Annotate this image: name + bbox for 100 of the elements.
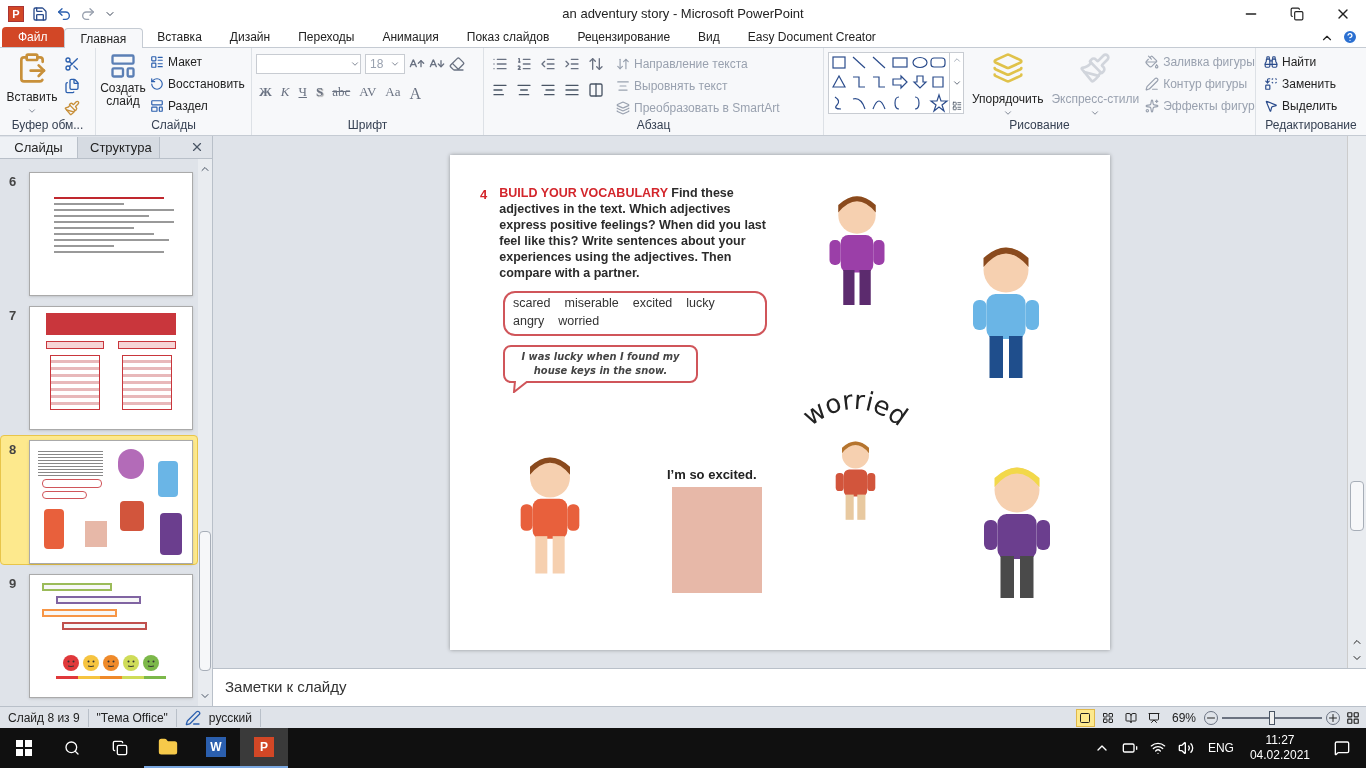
slide-number: 9 — [9, 575, 18, 593]
pane-tab[interactable]: Структура — [78, 137, 160, 158]
zoom-level-text[interactable]: 69% — [1171, 708, 1196, 727]
cut-icon[interactable] — [64, 56, 80, 72]
layers-icon — [616, 100, 630, 115]
format-button[interactable]: К — [277, 82, 293, 102]
slides-button[interactable]: Макет — [150, 52, 245, 71]
close-pane-icon[interactable] — [190, 140, 204, 154]
ribbon-tab[interactable]: Показ слайдов — [452, 27, 564, 47]
gallery-more-icon[interactable] — [951, 101, 962, 111]
slide-number: 8 — [9, 441, 18, 459]
numbering-icon[interactable] — [516, 56, 532, 72]
arrange-button[interactable]: Упорядочить — [970, 52, 1046, 119]
format-button[interactable]: A — [406, 82, 425, 102]
ribbon-tab[interactable]: Переходы — [284, 27, 369, 47]
screen-icon — [1148, 711, 1161, 724]
align-center-icon[interactable] — [516, 82, 532, 98]
justify-icon[interactable] — [564, 82, 580, 98]
format-button[interactable]: Aa — [382, 82, 404, 102]
binoculars-icon — [1264, 54, 1278, 69]
gallery-down-icon[interactable] — [951, 78, 962, 88]
format-button[interactable]: AV — [356, 82, 380, 102]
replace-icon — [1264, 76, 1278, 91]
format-painter-icon[interactable] — [64, 100, 80, 116]
ribbon-tab[interactable]: Вставка — [143, 27, 216, 47]
editing-button[interactable]: Выделить — [1264, 96, 1358, 115]
layout-icon — [150, 54, 164, 69]
caret-icon — [350, 59, 360, 69]
format-button[interactable]: S — [312, 82, 327, 102]
battery-icon[interactable] — [1121, 740, 1138, 756]
editing-button[interactable]: Найти — [1264, 52, 1358, 71]
clock[interactable]: 11:27 04.02.2021 — [1249, 733, 1310, 763]
task-number: 4 — [480, 185, 488, 204]
grid-view-icon — [1102, 711, 1115, 724]
align-left-icon[interactable] — [492, 82, 508, 98]
window-title: an adventury story - Microsoft PowerPoint — [562, 5, 804, 24]
align-right-icon[interactable] — [540, 82, 556, 98]
slide-thumbnail-item[interactable]: 7 — [0, 301, 198, 431]
group-label: Редактирование — [1264, 119, 1358, 134]
pane-tab[interactable]: Слайды — [0, 137, 78, 158]
ribbon-tab[interactable]: Главная — [63, 28, 144, 48]
volume-icon[interactable] — [1177, 740, 1194, 756]
ribbon-tab[interactable]: Рецензирование — [563, 27, 685, 47]
shapes-gallery-drawing[interactable] — [829, 53, 949, 113]
normal-view-icon — [1079, 711, 1092, 724]
copy-icon[interactable] — [64, 78, 80, 94]
font-name-field[interactable] — [256, 54, 361, 74]
caret-icon — [1002, 108, 1013, 118]
caret-icon — [390, 59, 400, 69]
folder-icon — [158, 737, 178, 757]
scrollbar[interactable] — [1347, 136, 1366, 668]
view-button[interactable] — [1075, 708, 1095, 727]
format-button[interactable]: abc — [329, 82, 354, 102]
editing-button[interactable]: Заменить — [1264, 74, 1358, 93]
task-instruction: BUILD YOUR VOCABULARY Find these adjectives in the text. Which adjectives express positive feelings? When did you last feel like this? Write sentences about your experiences using the adjectives. Then compare with a partner. — [499, 184, 767, 281]
ribbon-tab[interactable]: Easy Document Creator — [733, 27, 890, 47]
reset-icon — [150, 76, 164, 91]
columns-icon[interactable] — [588, 82, 604, 98]
format-button[interactable]: Ж — [256, 82, 275, 102]
taskbar-app[interactable]: P — [240, 728, 288, 768]
scrollbar-thumb[interactable] — [199, 531, 211, 671]
language-indicator[interactable]: ENG — [1207, 739, 1234, 757]
notes-field[interactable]: Заметки к слайду — [213, 668, 1366, 706]
zoom-slider-thumb[interactable] — [1269, 710, 1275, 725]
bullets-icon[interactable] — [492, 56, 508, 72]
group-label: Буфер обм... — [10, 119, 85, 134]
scrollbar[interactable] — [198, 159, 212, 706]
clear-format-icon[interactable] — [449, 56, 465, 72]
slide-thumbnail-item[interactable]: 6 — [0, 167, 198, 297]
format-button[interactable]: Ч — [295, 82, 310, 102]
save-icon[interactable] — [32, 6, 48, 22]
word: scared — [513, 294, 551, 312]
spelling-icon[interactable] — [184, 709, 201, 726]
photo-caption: I’m so excited. — [667, 465, 757, 484]
search-icon[interactable] — [64, 740, 80, 756]
word: lucky — [686, 294, 715, 312]
slides-button[interactable]: Раздел — [150, 96, 245, 115]
line-spacing-icon[interactable] — [588, 56, 604, 72]
new-slide-button[interactable]: Создать слайд — [100, 52, 146, 119]
slides-button[interactable]: Восстановить — [150, 74, 245, 93]
slide-thumbnail-item[interactable]: 8 — [0, 435, 198, 565]
wifi-icon[interactable] — [1149, 740, 1166, 756]
undo-icon[interactable] — [56, 6, 72, 22]
restore-icon[interactable] — [1290, 7, 1304, 21]
notifications-icon[interactable] — [1334, 740, 1350, 756]
increase-indent-icon[interactable] — [564, 56, 580, 72]
slide-thumbnail-item[interactable]: 9 — [0, 569, 198, 699]
help-icon[interactable] — [1342, 29, 1358, 45]
align-text-icon — [616, 78, 630, 93]
decrease-indent-icon[interactable] — [540, 56, 556, 72]
windows-logo-icon[interactable] — [16, 740, 32, 756]
worried-arc-text: worried — [790, 386, 920, 442]
ribbon-tab[interactable]: Файл — [2, 27, 64, 47]
ribbon-tab[interactable]: Дизайн — [215, 27, 285, 47]
task-view-icon[interactable] — [112, 740, 128, 756]
ribbon-tab[interactable]: Вид — [684, 27, 734, 47]
fit-slide-icon[interactable] — [1346, 710, 1360, 725]
paste-button[interactable]: Вставить — [4, 52, 60, 119]
ribbon-tab[interactable]: Анимация — [368, 27, 453, 47]
scrollbar-thumb[interactable] — [1350, 481, 1364, 531]
